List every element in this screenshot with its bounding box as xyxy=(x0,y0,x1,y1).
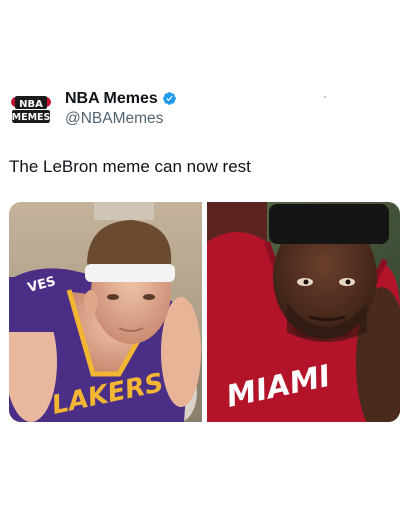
handle[interactable]: @NBAMemes xyxy=(65,109,177,129)
display-name[interactable]: NBA Memes xyxy=(65,89,158,108)
lakers-player-image: VES LAKERS xyxy=(9,202,202,422)
tweet-card: NBA MEMES NBA Memes @NBAMemes The LeBron… xyxy=(0,0,409,512)
nba-memes-logo-icon: NBA MEMES xyxy=(9,88,53,132)
name-row: NBA Memes xyxy=(65,89,177,108)
media-grid: VES LAKERS MIAMI xyxy=(9,202,400,422)
left-photo[interactable]: VES LAKERS xyxy=(9,202,202,422)
tweet-header: NBA MEMES NBA Memes @NBAMemes xyxy=(9,88,177,132)
avatar-text-bottom: MEMES xyxy=(12,112,51,123)
author-names: NBA Memes @NBAMemes xyxy=(65,89,177,129)
avatar[interactable]: NBA MEMES xyxy=(9,88,53,132)
menu-dot xyxy=(324,96,326,98)
right-photo[interactable]: MIAMI xyxy=(207,202,400,422)
heat-player-image: MIAMI xyxy=(207,202,400,422)
verified-badge-icon xyxy=(162,92,176,105)
avatar-text-top: NBA xyxy=(19,99,43,110)
tweet-text: The LeBron meme can now rest xyxy=(9,157,251,176)
